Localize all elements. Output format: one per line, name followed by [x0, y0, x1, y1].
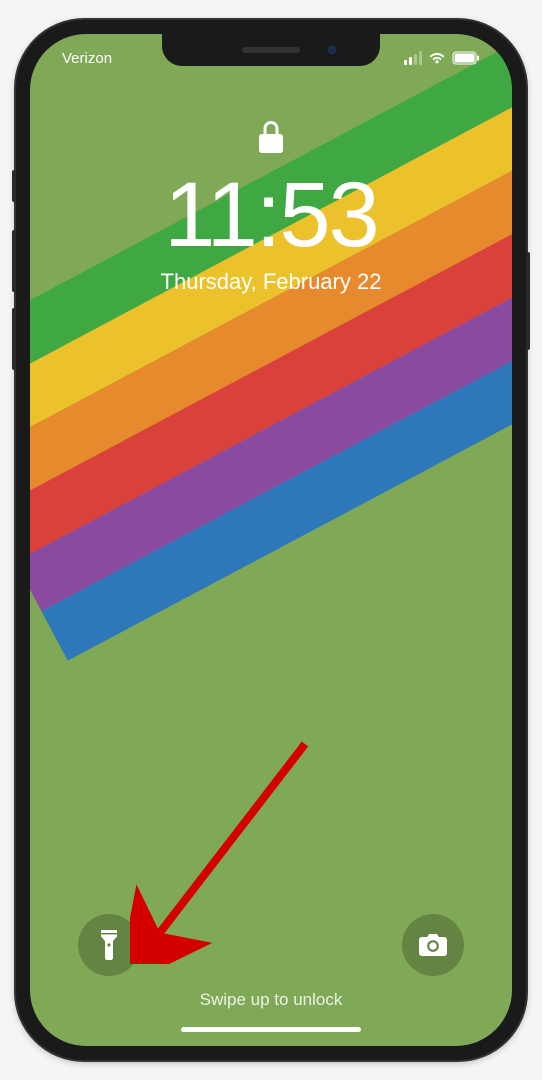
wifi-icon [428, 51, 446, 65]
camera-button[interactable] [402, 914, 464, 976]
lock-time: 11:53 [30, 169, 512, 261]
home-indicator[interactable] [181, 1027, 361, 1032]
flashlight-icon [98, 929, 120, 961]
carrier-label: Verizon [62, 50, 112, 67]
battery-icon [452, 51, 480, 65]
lock-screen[interactable]: Verizon 11:53 Thursday, Februar [30, 34, 512, 1046]
cellular-signal-icon [404, 51, 422, 65]
lock-date: Thursday, February 22 [30, 269, 512, 295]
unlock-hint: Swipe up to unlock [30, 990, 512, 1010]
volume-down-button[interactable] [12, 308, 16, 370]
side-power-button[interactable] [526, 252, 530, 350]
lock-icon [30, 120, 512, 159]
camera-icon [418, 933, 448, 957]
flashlight-button[interactable] [78, 914, 140, 976]
status-bar: Verizon [30, 46, 512, 70]
volume-up-button[interactable] [12, 230, 16, 292]
mute-switch[interactable] [12, 170, 16, 202]
phone-frame: Verizon 11:53 Thursday, Februar [16, 20, 526, 1060]
